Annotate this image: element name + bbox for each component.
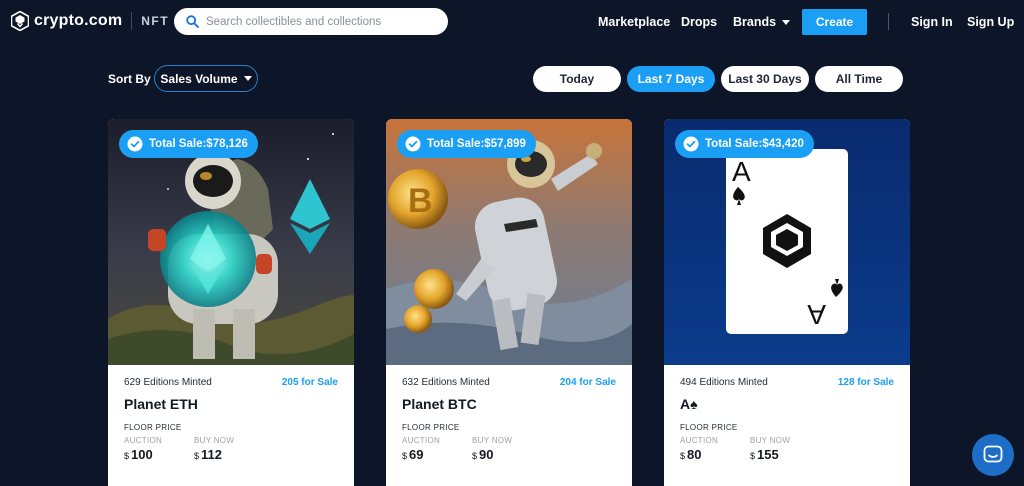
create-button[interactable]: Create xyxy=(802,9,867,35)
collection-title[interactable]: A♠ xyxy=(680,396,698,412)
card-details: 629 Editions Minted 205 for Sale Planet … xyxy=(108,365,354,486)
total-sale-badge: Total Sale:$57,899 xyxy=(397,130,536,158)
filter-last-7-days[interactable]: Last 7 Days xyxy=(627,66,715,92)
verified-check-icon xyxy=(683,136,699,152)
sort-by-label: Sort By xyxy=(108,72,151,86)
logo-divider xyxy=(131,12,133,30)
search-bar[interactable] xyxy=(174,8,448,35)
currency-symbol: $ xyxy=(472,451,478,461)
currency-symbol: $ xyxy=(194,451,200,461)
buy-now-price: $ 112 xyxy=(194,447,222,462)
auction-label: AUCTION xyxy=(124,436,163,445)
floor-price-label: FLOOR PRICE xyxy=(680,423,738,432)
crypto-com-logo-icon xyxy=(11,11,29,31)
nav-brands[interactable]: Brands xyxy=(733,15,791,29)
for-sale-count[interactable]: 204 for Sale xyxy=(560,377,616,388)
buy-now-label: BUY NOW xyxy=(194,436,235,445)
filter-today[interactable]: Today xyxy=(533,66,621,92)
total-sale-badge: Total Sale:$43,420 xyxy=(675,130,814,158)
buy-now-price: $ 90 xyxy=(472,447,493,462)
collection-title[interactable]: Planet ETH xyxy=(124,396,198,412)
currency-symbol: $ xyxy=(680,451,686,461)
verified-check-icon xyxy=(405,136,421,152)
buy-now-price-value: 112 xyxy=(201,447,222,462)
chat-icon xyxy=(983,445,1003,463)
for-sale-count[interactable]: 128 for Sale xyxy=(838,377,894,388)
collection-card-planet-btc[interactable]: B Total Sale:$57,899 632 Editions Minted… xyxy=(386,119,632,486)
total-sale-text: Total Sale:$57,899 xyxy=(427,138,526,150)
card-rank-top: A xyxy=(732,156,751,187)
auction-price-value: 80 xyxy=(687,447,702,462)
chat-support-button[interactable] xyxy=(972,434,1014,476)
sign-up-link[interactable]: Sign Up xyxy=(967,15,1014,29)
total-sale-text: Total Sale:$43,420 xyxy=(705,138,804,150)
total-sale-badge: Total Sale:$78,126 xyxy=(119,130,258,158)
auction-price-value: 69 xyxy=(409,447,424,462)
buy-now-price-value: 155 xyxy=(757,447,779,462)
filter-last-30-days[interactable]: Last 30 Days xyxy=(721,66,809,92)
currency-symbol: $ xyxy=(402,451,408,461)
floor-price-label: FLOOR PRICE xyxy=(124,423,182,432)
sign-in-link[interactable]: Sign In xyxy=(911,15,953,29)
auction-price: $ 100 xyxy=(124,447,153,462)
verified-check-icon xyxy=(127,136,143,152)
svg-text:B: B xyxy=(408,182,433,220)
filter-all-time[interactable]: All Time xyxy=(815,66,903,92)
nav-marketplace[interactable]: Marketplace xyxy=(598,15,670,29)
nav-brands-label: Brands xyxy=(733,15,777,29)
auction-price: $ 80 xyxy=(680,447,701,462)
buy-now-price: $ 155 xyxy=(750,447,779,462)
chevron-down-icon xyxy=(782,19,791,25)
card-details: 632 Editions Minted 204 for Sale Planet … xyxy=(386,365,632,486)
buy-now-label: BUY NOW xyxy=(750,436,791,445)
sort-dropdown[interactable]: Sales Volume xyxy=(154,65,258,92)
buy-now-price-value: 90 xyxy=(479,447,494,462)
collection-title[interactable]: Planet BTC xyxy=(402,396,477,412)
editions-minted: 494 Editions Minted xyxy=(680,377,768,388)
chevron-down-icon xyxy=(243,76,252,81)
collection-card-planet-eth[interactable]: Total Sale:$78,126 629 Editions Minted 2… xyxy=(108,119,354,486)
buy-now-label: BUY NOW xyxy=(472,436,513,445)
sort-dropdown-value: Sales Volume xyxy=(160,71,238,86)
collection-card-ace-of-spades[interactable]: A A Total Sale:$43,420 494 Editions Mint… xyxy=(664,119,910,486)
currency-symbol: $ xyxy=(750,451,756,461)
logo-nft-label: NFT xyxy=(141,14,170,28)
for-sale-count[interactable]: 205 for Sale xyxy=(282,377,338,388)
auction-price: $ 69 xyxy=(402,447,423,462)
search-input[interactable] xyxy=(206,15,436,28)
auction-label: AUCTION xyxy=(680,436,719,445)
editions-minted: 629 Editions Minted xyxy=(124,377,212,388)
logo-text: crypto.com xyxy=(34,12,123,29)
card-rank-bottom: A xyxy=(807,299,826,330)
auction-price-value: 100 xyxy=(131,447,153,462)
card-details: 494 Editions Minted 128 for Sale A♠ FLOO… xyxy=(664,365,910,486)
logo[interactable]: crypto.com NFT xyxy=(11,11,169,31)
search-icon xyxy=(186,15,199,28)
total-sale-text: Total Sale:$78,126 xyxy=(149,138,248,150)
floor-price-label: FLOOR PRICE xyxy=(402,423,460,432)
nav-drops[interactable]: Drops xyxy=(681,15,717,29)
currency-symbol: $ xyxy=(124,451,130,461)
editions-minted: 632 Editions Minted xyxy=(402,377,490,388)
auction-label: AUCTION xyxy=(402,436,441,445)
nav-divider xyxy=(888,13,889,30)
top-nav-bar: crypto.com NFT Marketplace Drops Brands … xyxy=(0,0,1024,44)
